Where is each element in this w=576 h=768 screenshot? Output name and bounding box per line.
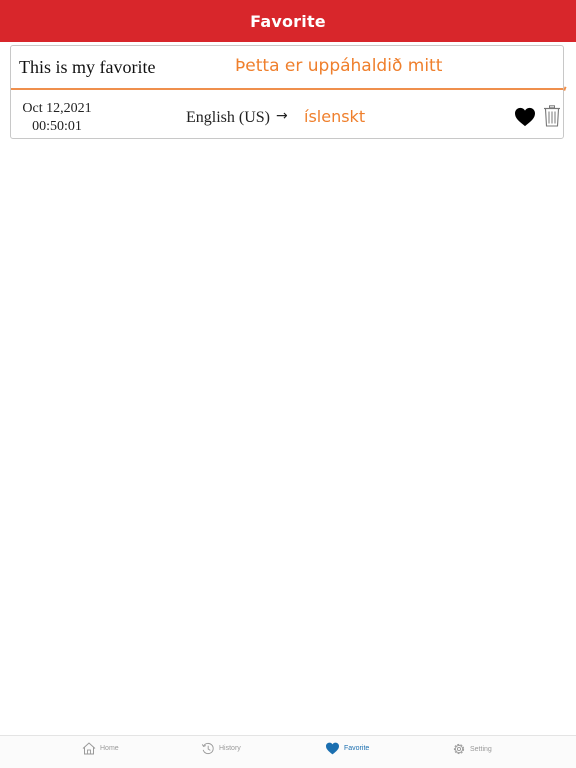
tab-history-label: History bbox=[219, 745, 241, 752]
tab-setting[interactable]: Setting bbox=[452, 742, 492, 756]
home-icon bbox=[82, 742, 96, 755]
heart-icon bbox=[326, 742, 339, 755]
card-edge-mark bbox=[559, 85, 567, 91]
timestamp: Oct 12,2021 00:50:01 bbox=[17, 100, 97, 136]
tab-favorite-label: Favorite bbox=[344, 745, 370, 752]
tab-home-label: Home bbox=[100, 745, 119, 752]
tab-setting-label: Setting bbox=[470, 745, 492, 753]
tab-home[interactable]: Home bbox=[82, 742, 119, 755]
tab-bar: Home History Favorite Setting bbox=[0, 735, 576, 768]
source-language: English (US) bbox=[186, 109, 270, 126]
target-language: íslenskt bbox=[304, 107, 366, 126]
tab-favorite[interactable]: Favorite bbox=[325, 742, 369, 755]
time-text: 00:50:01 bbox=[32, 119, 82, 134]
language-arrow: → bbox=[276, 108, 288, 124]
delete-trash-icon[interactable] bbox=[543, 105, 561, 127]
navigation-bar: Favorite bbox=[0, 0, 576, 42]
favorite-screen: Favorite This is my favorite Þetta er up… bbox=[0, 0, 576, 768]
source-text: This is my favorite bbox=[19, 57, 156, 77]
translated-text: Þetta er uppáhaldið mitt bbox=[235, 56, 443, 76]
favorite-heart-icon[interactable] bbox=[514, 107, 536, 127]
gear-icon bbox=[453, 743, 465, 755]
translation-row: This is my favorite Þetta er uppáhaldið … bbox=[11, 46, 563, 90]
tab-history[interactable]: History bbox=[201, 742, 241, 755]
favorite-card[interactable]: This is my favorite Þetta er uppáhaldið … bbox=[10, 45, 567, 139]
history-icon bbox=[201, 742, 214, 755]
page-title: Favorite bbox=[250, 11, 326, 31]
date-text: Oct 12,2021 bbox=[22, 101, 92, 116]
